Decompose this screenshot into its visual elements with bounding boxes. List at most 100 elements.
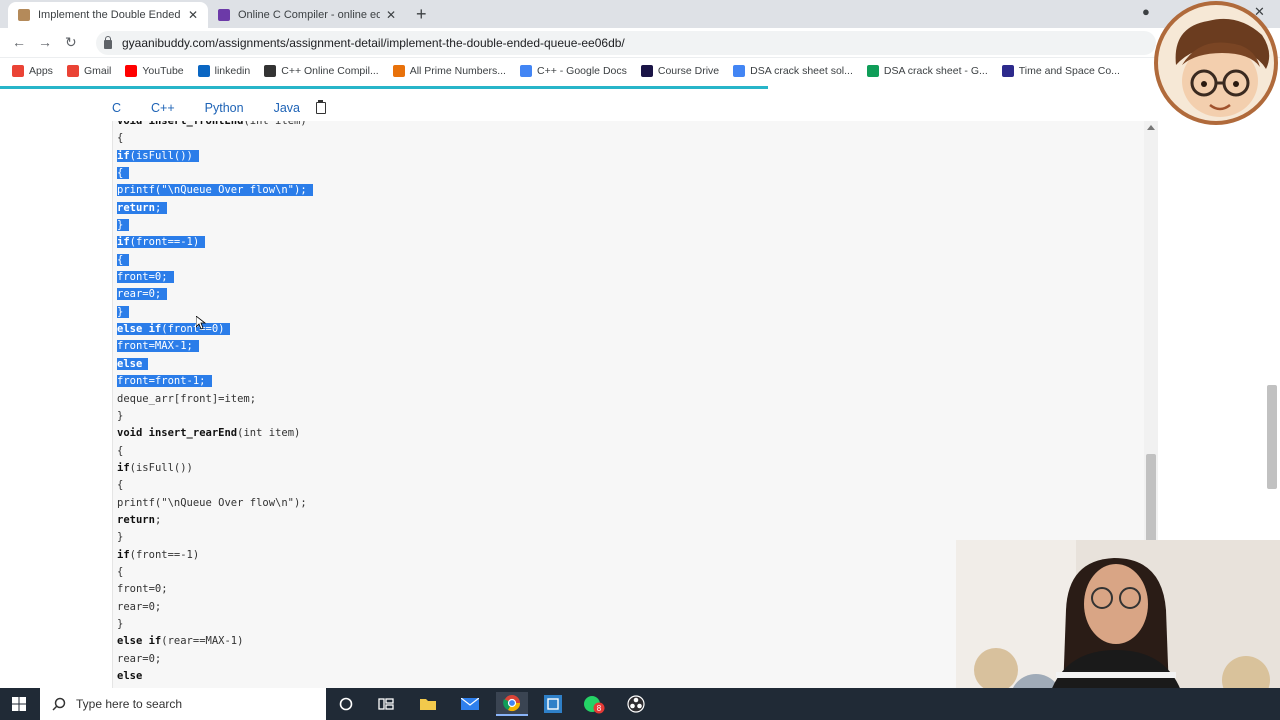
code-line: rear=0; [117, 599, 313, 616]
code-line: void insert_rearEnd(int item) [117, 425, 313, 442]
search-placeholder: Type here to search [76, 697, 183, 711]
code-line: } [117, 217, 313, 234]
bookmark-label: DSA crack sheet sol... [750, 65, 853, 77]
code-block[interactable]: void insert_frontEnd(int item) { if(isFull… [117, 121, 313, 685]
code-line-text: rear=0; [117, 288, 168, 301]
code-line: return; [117, 512, 313, 529]
bookmark-item[interactable]: All Prime Numbers... [392, 65, 506, 77]
code-line: rear=0; [117, 651, 313, 668]
code-line-text: printf("\nQueue Over flow\n"); [117, 496, 307, 509]
profile-menu-icon[interactable]: ● [1142, 4, 1150, 19]
bookmark-item[interactable]: Course Drive [640, 65, 719, 77]
code-line-text: } [117, 305, 130, 318]
address-bar[interactable]: gyaanibuddy.com/assignments/assignment-d… [96, 31, 1156, 55]
forward-arrow-icon[interactable]: → [38, 34, 52, 50]
bookmark-item[interactable]: Apps [12, 65, 53, 77]
code-scroll-thumb[interactable] [1146, 454, 1156, 544]
site-favicon-icon [18, 9, 30, 21]
tab-cpp[interactable]: C++ [151, 101, 175, 115]
tab-c[interactable]: C [112, 101, 121, 115]
code-line-text: else [117, 670, 143, 682]
language-tabs: C C++ Python Java [112, 95, 326, 121]
reload-icon[interactable]: ↻ [65, 34, 77, 51]
whatsapp-icon[interactable]: 8 [578, 692, 610, 716]
code-line-text: rear=0; [117, 600, 162, 613]
bookmark-icon [125, 65, 138, 77]
code-line-text: return; [117, 513, 162, 526]
browser-tab-active[interactable]: Implement the Double Ended Qu ✕ [8, 2, 208, 28]
close-tab-icon[interactable]: ✕ [188, 8, 198, 22]
tab-title: Online C Compiler - online editor [238, 9, 380, 21]
scroll-up-arrow-icon[interactable] [1147, 125, 1155, 130]
bookmark-label: C++ - Google Docs [536, 65, 627, 77]
code-line: } [117, 616, 313, 633]
code-line-text: printf("\nQueue Over flow\n"); [117, 184, 313, 197]
code-line: if(front==-1) [117, 547, 313, 564]
code-line-text: front=MAX-1; [117, 340, 199, 353]
code-line-text: { [117, 253, 130, 266]
bookmark-label: Apps [29, 65, 53, 77]
close-tab-icon[interactable]: ✕ [386, 8, 396, 22]
bookmark-item[interactable]: DSA crack sheet - G... [866, 65, 988, 77]
bookmark-item[interactable]: Time and Space Co... [1001, 65, 1120, 77]
code-line: front=MAX-1; [117, 338, 313, 355]
bookmark-label: YouTube [142, 65, 184, 77]
page-scroll-thumb[interactable] [1267, 385, 1277, 489]
bookmark-item[interactable]: YouTube [125, 65, 184, 77]
tab-title: Implement the Double Ended Qu [38, 9, 182, 21]
code-line: else if(rear==MAX-1) [117, 633, 313, 650]
task-view-icon[interactable] [370, 692, 402, 716]
chrome-icon[interactable] [496, 692, 528, 716]
bookmark-icon [12, 65, 24, 77]
code-line-text: deque_arr[front]=item; [117, 392, 257, 405]
bookmark-icon [733, 65, 746, 77]
code-line-text: } [117, 531, 124, 544]
lock-icon [104, 35, 112, 49]
back-arrow-icon[interactable]: ← [12, 34, 26, 50]
file-explorer-icon[interactable] [412, 692, 444, 716]
browser-tab-strip: Implement the Double Ended Qu ✕ Online C… [0, 0, 1280, 28]
bookmark-icon [519, 65, 532, 77]
bookmark-item[interactable]: C++ Online Compil... [264, 65, 379, 77]
code-line: if(isFull()) [117, 460, 313, 477]
bookmark-icon [392, 65, 405, 77]
bookmark-item[interactable]: Gmail [66, 65, 111, 77]
code-line-text: rear=0; [117, 652, 162, 665]
code-line-text: { [117, 132, 124, 145]
code-line-text: void insert_frontEnd(int item) [117, 121, 307, 127]
bookmark-icon [866, 65, 879, 77]
browser-toolbar: ← → ↻ gyaanibuddy.com/assignments/assign… [0, 28, 1280, 58]
code-line: else if(front==0) [117, 321, 313, 338]
cortana-icon[interactable] [330, 692, 362, 716]
code-line-text: } [117, 409, 124, 422]
code-line: return; [117, 200, 313, 217]
bookmark-item[interactable]: C++ - Google Docs [519, 65, 627, 77]
bookmark-item[interactable]: linkedin [197, 65, 250, 77]
browser-tab[interactable]: Online C Compiler - online editor ✕ [208, 2, 406, 28]
code-editor-icon[interactable] [537, 692, 569, 716]
code-line: if(front==-1) [117, 234, 313, 251]
bookmark-icon [66, 65, 79, 77]
code-line-text: return; [117, 201, 168, 214]
bookmark-label: C++ Online Compil... [281, 65, 379, 77]
code-line-text: else if(rear==MAX-1) [117, 635, 244, 648]
search-icon [52, 697, 66, 711]
code-line-text: } [117, 219, 130, 232]
copy-clipboard-icon[interactable] [316, 100, 326, 114]
code-line: } [117, 304, 313, 321]
code-line: } [117, 529, 313, 546]
obs-recorder-icon[interactable] [620, 692, 652, 716]
cartoon-avatar [1154, 1, 1278, 125]
windows-start-icon[interactable] [12, 697, 26, 711]
tab-python[interactable]: Python [205, 101, 244, 115]
taskbar-search-input[interactable]: Type here to search [40, 688, 326, 720]
code-line: front=0; [117, 581, 313, 598]
code-line-text: else if(front==0) [117, 323, 231, 336]
tab-java[interactable]: Java [274, 101, 300, 115]
bookmark-item[interactable]: DSA crack sheet sol... [733, 65, 853, 77]
new-tab-icon[interactable]: + [416, 4, 427, 25]
code-line-text: { [117, 444, 124, 457]
code-line: if(isFull()) [117, 148, 313, 165]
code-line-text: if(front==-1) [117, 236, 206, 249]
mail-icon[interactable] [454, 692, 486, 716]
